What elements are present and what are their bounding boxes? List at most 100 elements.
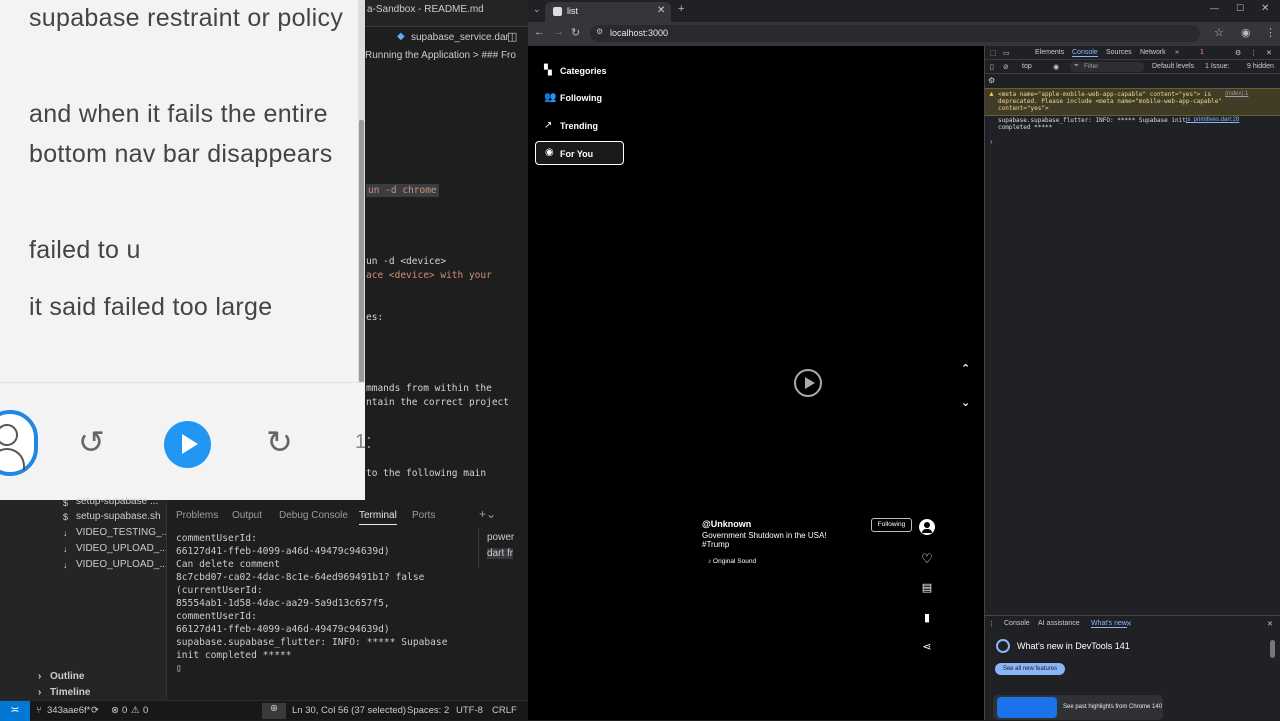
file-item[interactable]: VIDEO_UPLOAD_... (76, 559, 168, 570)
tab-problems[interactable]: Problems (176, 510, 218, 521)
new-tab-icon[interactable]: + (678, 3, 684, 15)
close-devtools-icon[interactable]: ✕ (1266, 49, 1272, 57)
error-count[interactable]: 0 (122, 705, 127, 716)
console-settings-icon[interactable]: ⚙ (988, 76, 995, 85)
editor-body[interactable] (365, 68, 528, 506)
terminal-output[interactable]: commentUserId: 66127d41-ffeb-4099-a46d-4… (176, 532, 476, 675)
zoom-icon[interactable]: ⊕ (262, 703, 286, 719)
warning-count[interactable]: 0 (143, 705, 148, 716)
bookmark-icon[interactable]: ▮ (919, 611, 935, 624)
see-all-features-button[interactable]: See all new features (995, 663, 1065, 675)
git-branch[interactable]: 343aae6f* (47, 705, 90, 716)
more-tabs-icon[interactable]: » (1175, 49, 1179, 56)
indentation[interactable]: Spaces: 2 (407, 705, 449, 716)
eye-icon[interactable]: ◉ (1053, 63, 1059, 71)
file-item[interactable]: VIDEO_UPLOAD_... (76, 543, 168, 554)
video-play-button[interactable] (794, 369, 822, 397)
nav-trending[interactable]: Trending (560, 121, 598, 131)
add-terminal-icon[interactable]: +⌄ (479, 507, 496, 521)
line-ending[interactable]: CRLF (492, 705, 517, 716)
minimize-icon[interactable]: — (1210, 3, 1219, 13)
highlights-card[interactable]: See past highlights from Chrome 140 (993, 695, 1163, 720)
close-window-icon[interactable]: ✕ (1261, 3, 1269, 14)
chevron-right-icon[interactable]: › (38, 687, 41, 698)
tab-sources[interactable]: Sources (1106, 49, 1132, 56)
inspect-icon[interactable]: ⬚ (990, 49, 997, 57)
site-info-icon[interactable]: ⚙ (596, 27, 603, 36)
tab-elements[interactable]: Elements (1035, 49, 1064, 56)
clear-console-icon[interactable]: ⊘ (1003, 63, 1009, 71)
settings-gear-icon[interactable]: ⚙ (1235, 49, 1241, 57)
note-scrollbar[interactable] (358, 0, 365, 382)
warning-source-link[interactable]: (index):1 (1225, 91, 1248, 97)
sync-icon[interactable]: ⟳ (91, 705, 99, 716)
issues-count[interactable]: 1 (1200, 49, 1204, 56)
comment-icon[interactable]: ▤ (919, 581, 935, 594)
chevron-right-icon[interactable]: › (38, 671, 41, 682)
encoding[interactable]: UTF-8 (456, 705, 483, 716)
drawer-menu-icon[interactable]: ⋮ (988, 620, 995, 628)
tab-network[interactable]: Network (1140, 49, 1166, 56)
nav-categories[interactable]: Categories (560, 66, 607, 76)
chevron-up-icon[interactable]: ⌃ (961, 362, 970, 375)
file-item[interactable]: setup-supabase ... (76, 496, 158, 507)
tab-console[interactable]: Console (1072, 49, 1098, 57)
tab-terminal[interactable]: Terminal (359, 510, 397, 525)
play-button[interactable] (164, 421, 211, 468)
sidebar-icon[interactable]: ▯ (990, 63, 994, 71)
browser-tab[interactable]: list ✕ (545, 2, 671, 22)
close-drawer-icon[interactable]: ✕ (1267, 620, 1273, 628)
back-icon[interactable]: ← (534, 26, 545, 38)
bookmark-star-icon[interactable]: ☆ (1214, 26, 1224, 39)
video-username[interactable]: @Unknown (702, 519, 842, 529)
address-bar[interactable]: ⚙ localhost:3000 (590, 25, 1200, 42)
scrollbar-thumb[interactable] (359, 120, 364, 382)
chevron-down-icon[interactable]: ⌄ (961, 396, 970, 409)
split-editor-icon[interactable]: ◫ (507, 30, 517, 43)
close-tab-icon[interactable]: ✕ (1126, 620, 1132, 628)
playback-speed[interactable]: 1: (355, 431, 372, 454)
video-sound[interactable]: ♪ Original Sound (708, 558, 756, 565)
levels-select[interactable]: Default levels (1152, 63, 1194, 70)
drawer-tab-whats-new[interactable]: What's new (1091, 620, 1127, 628)
remote-icon[interactable]: ≍ (0, 701, 30, 721)
forward-icon[interactable]: ↻ (266, 423, 293, 461)
reload-icon[interactable]: ↻ (571, 26, 580, 39)
share-icon[interactable]: ⋖ (919, 640, 935, 653)
context-select[interactable]: top (1022, 63, 1032, 70)
creator-avatar[interactable] (919, 519, 935, 535)
maximize-icon[interactable]: ☐ (1236, 3, 1244, 14)
terminal-item[interactable]: power (487, 532, 514, 543)
profile-icon[interactable]: ◉ (1241, 26, 1251, 39)
cursor-position[interactable]: Ln 30, Col 56 (37 selected) (292, 705, 406, 716)
breadcrumb[interactable]: Running the Application > ### Fro (365, 50, 528, 68)
nav-for-you[interactable]: ◉ For You (535, 141, 624, 165)
drawer-tab-ai-assistance[interactable]: AI assistance (1038, 620, 1080, 627)
close-tab-icon[interactable]: ✕ (657, 5, 665, 16)
drawer-tab-console[interactable]: Console (1004, 620, 1030, 627)
tab-debug-console[interactable]: Debug Console (279, 510, 348, 521)
file-item[interactable]: setup-supabase.sh (76, 511, 161, 522)
like-icon[interactable]: ♡ (919, 551, 935, 567)
log-source-link[interactable]: js_primitives.dart:28 (1186, 117, 1239, 123)
tab-ports[interactable]: Ports (412, 510, 435, 521)
editor-tab[interactable]: ◆ supabase_service.dar ◫ (365, 26, 528, 48)
forward-icon[interactable]: → (553, 26, 564, 38)
device-icon[interactable]: ▭ (1003, 49, 1010, 57)
timeline-section[interactable]: Timeline (50, 687, 90, 698)
terminal-item[interactable]: dart fr (487, 548, 514, 559)
tab-output[interactable]: Output (232, 510, 262, 521)
issue-badge[interactable]: 1 Issue: (1205, 63, 1230, 70)
nav-following[interactable]: Following (560, 93, 602, 103)
rewind-icon[interactable]: ↺ (78, 423, 105, 461)
outline-section[interactable]: Outline (50, 671, 84, 682)
more-options-icon[interactable]: ⋮ (1250, 49, 1257, 57)
console-filter-input[interactable]: ⏷ Filter (1070, 62, 1144, 72)
terminal-line: supabase.supabase_flutter: INFO: ***** S… (176, 637, 448, 648)
menu-icon[interactable]: ⋮ (1265, 26, 1276, 39)
file-item[interactable]: VIDEO_TESTING_... (76, 527, 170, 538)
drawer-scrollbar[interactable] (1270, 640, 1275, 658)
follow-button[interactable]: Following (871, 518, 912, 532)
console-prompt[interactable]: › (990, 137, 993, 146)
tab-search-icon[interactable]: ⌄ (533, 4, 541, 15)
